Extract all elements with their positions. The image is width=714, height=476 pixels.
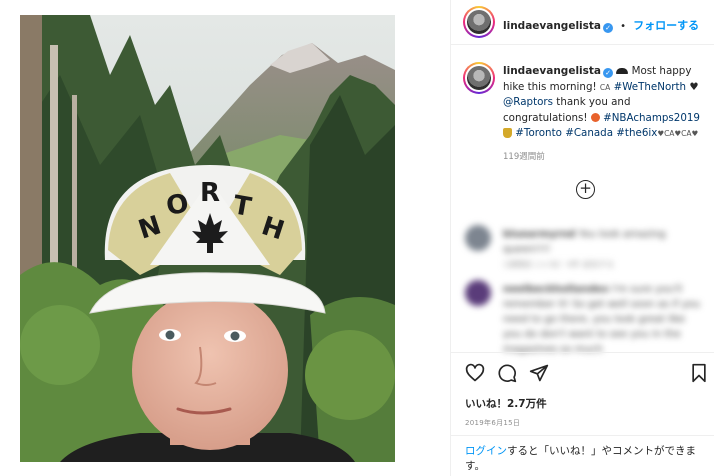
author-username[interactable]: lindaevangelista bbox=[503, 20, 601, 32]
likes-count[interactable]: いいね！2.7万件 bbox=[465, 396, 547, 411]
author-avatar[interactable] bbox=[463, 6, 495, 38]
hashtag-canada[interactable]: #Canada bbox=[565, 127, 613, 139]
mention-raptors[interactable]: @Raptors bbox=[503, 96, 553, 108]
cap-emoji-icon bbox=[616, 68, 629, 74]
bookmark-icon[interactable] bbox=[689, 363, 709, 383]
hashtag-wethenorth[interactable]: #WeTheNorth bbox=[614, 81, 687, 93]
verified-badge-icon: ✓ bbox=[603, 68, 613, 78]
commenter-avatar[interactable] bbox=[465, 280, 491, 306]
add-comment-icon[interactable]: + bbox=[576, 180, 595, 199]
post-caption: lindaevangelista ✓ Most happy hike this m… bbox=[503, 64, 708, 142]
heart-icon[interactable] bbox=[465, 363, 485, 383]
basketball-emoji-icon bbox=[590, 112, 600, 122]
post-action-bar bbox=[451, 352, 714, 392]
post-header: lindaevangelista ✓ • フォローする bbox=[451, 0, 714, 45]
hashtag-nbachamps2019[interactable]: #NBAchamps2019 bbox=[603, 112, 700, 124]
trophy-emoji-icon bbox=[503, 128, 512, 138]
login-prompt: ログインすると「いいね！」やコメントができます。 bbox=[451, 435, 714, 474]
hiker-selfie-image: N O R T H bbox=[20, 15, 395, 462]
caption-tail: ♥CA♥CA♥ bbox=[657, 129, 699, 138]
caption-username[interactable]: lindaevangelista bbox=[503, 65, 601, 77]
post-date: 2019年6月15日 bbox=[465, 419, 521, 427]
separator-dot: • bbox=[620, 21, 626, 32]
login-link[interactable]: ログイン bbox=[465, 445, 507, 457]
comment-item: neelbeckhollandex I'm sure you'll rememb… bbox=[465, 280, 705, 355]
cap-letter-r: R bbox=[200, 178, 220, 208]
comment-username[interactable]: bluearmyrnd bbox=[503, 229, 575, 240]
verified-badge-icon: ✓ bbox=[603, 23, 613, 33]
heart-emoji-icon: ♥ bbox=[689, 80, 699, 93]
canada-flag-icon: CA bbox=[599, 82, 611, 92]
follow-button[interactable]: フォローする bbox=[633, 19, 699, 32]
commenter-avatar[interactable] bbox=[465, 225, 491, 251]
comment-item: bluearmyrnd You look amazing queen!!!! 1… bbox=[465, 225, 705, 269]
comment-username[interactable]: neelbeckhollandex bbox=[503, 284, 609, 295]
comment-icon[interactable] bbox=[497, 363, 517, 383]
share-icon[interactable] bbox=[529, 363, 549, 383]
post-photo[interactable]: N O R T H bbox=[20, 15, 395, 462]
post-time-ago: 119週間前 bbox=[503, 152, 545, 162]
comment-meta: 1週間前 いいね！4件 返信する bbox=[503, 260, 615, 269]
hashtag-the6ix[interactable]: #the6ix bbox=[616, 127, 657, 139]
hashtag-toronto[interactable]: #Toronto bbox=[515, 127, 562, 139]
caption-author-avatar[interactable] bbox=[463, 62, 495, 94]
post-side-panel: lindaevangelista ✓ • フォローする lindaevangeli… bbox=[450, 0, 714, 476]
